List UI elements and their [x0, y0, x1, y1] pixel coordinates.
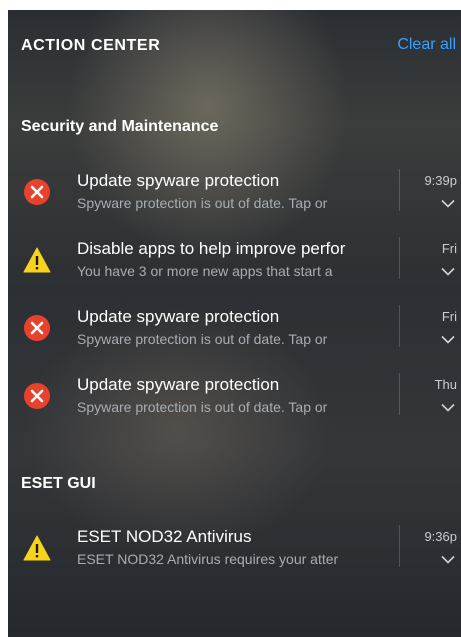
- notification-title: ESET NOD32 Antivirus: [77, 527, 252, 546]
- divider: [399, 525, 400, 567]
- divider: [399, 169, 400, 211]
- group-title-eset-gui[interactable]: ESET GUI: [21, 475, 96, 493]
- chevron-down-icon[interactable]: [441, 403, 455, 412]
- chevron-down-icon[interactable]: [441, 555, 455, 564]
- notification-time: Fri: [441, 241, 457, 256]
- notification-item[interactable]: Disable apps to help improve perfor You …: [8, 229, 461, 291]
- notification-body: Spyware protection is out of date. Tap o…: [77, 399, 328, 415]
- notification-time: Thu: [434, 377, 457, 392]
- notification-time: 9:39p: [424, 173, 457, 188]
- notification-item[interactable]: Update spyware protection Spyware protec…: [8, 161, 461, 223]
- notification-item[interactable]: Update spyware protection Spyware protec…: [8, 365, 461, 427]
- notification-body: Spyware protection is out of date. Tap o…: [77, 331, 328, 347]
- notification-title: Update spyware protection: [77, 307, 280, 326]
- action-center-title: ACTION CENTER: [21, 37, 161, 54]
- divider: [399, 373, 400, 415]
- divider: [399, 305, 400, 347]
- warning-icon: [23, 535, 51, 561]
- notification-body: ESET NOD32 Antivirus requires your atter: [77, 551, 339, 567]
- notification-time: 9:36p: [424, 529, 457, 544]
- group-title-security-maintenance[interactable]: Security and Maintenance: [21, 118, 218, 136]
- notification-item[interactable]: Update spyware protection Spyware protec…: [8, 297, 461, 359]
- chevron-down-icon[interactable]: [441, 267, 455, 276]
- notification-item[interactable]: ESET NOD32 Antivirus ESET NOD32 Antiviru…: [8, 517, 461, 579]
- notification-title: Disable apps to help improve perfor: [77, 239, 346, 258]
- chevron-down-icon[interactable]: [441, 199, 455, 208]
- notification-time: Fri: [441, 309, 457, 324]
- error-icon: [24, 315, 50, 341]
- error-icon: [24, 179, 50, 205]
- notification-body: You have 3 or more new apps that start a: [77, 263, 333, 279]
- error-icon: [24, 383, 50, 409]
- clear-all-button[interactable]: Clear all: [397, 36, 456, 54]
- notification-title: Update spyware protection: [77, 171, 280, 190]
- warning-icon: [23, 247, 51, 273]
- action-center-panel: ACTION CENTER Clear all Security and Mai…: [8, 10, 461, 637]
- divider: [399, 237, 400, 279]
- chevron-down-icon[interactable]: [441, 335, 455, 344]
- notification-body: Spyware protection is out of date. Tap o…: [77, 195, 328, 211]
- notification-title: Update spyware protection: [77, 375, 280, 394]
